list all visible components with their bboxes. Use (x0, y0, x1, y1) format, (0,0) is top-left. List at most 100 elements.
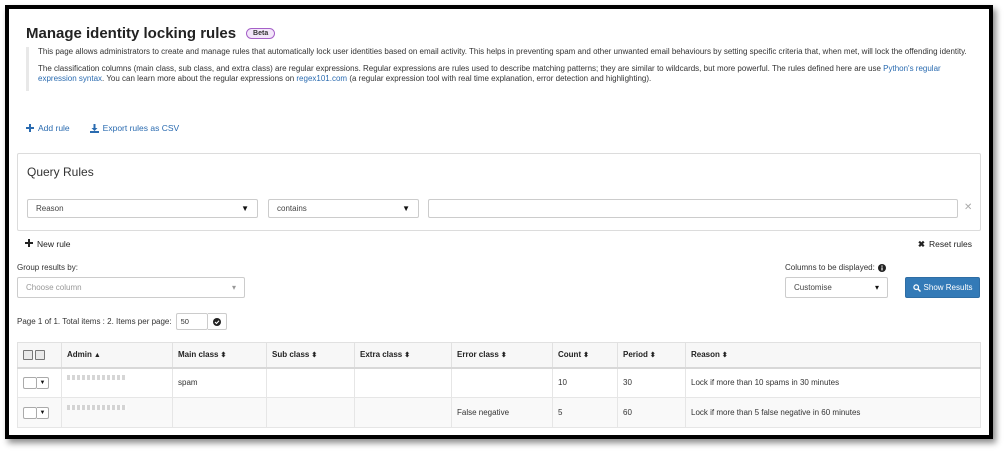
remove-rule-icon[interactable]: ✕ (964, 202, 972, 213)
reset-rules-button[interactable]: ✖ Reset rules (918, 239, 972, 250)
description-paragraph-2: The classification columns (main class, … (38, 64, 978, 85)
col-sub-class-label: Sub class (272, 350, 310, 360)
col-error-class-label: Error class (457, 350, 499, 360)
caret-down-icon: ▼ (402, 204, 410, 213)
table-row[interactable]: ▼ spam 10 30 Lock if more than 10 spams … (17, 367, 981, 398)
col-main-class-label: Main class (178, 350, 219, 360)
col-extra-class-label: Extra class (360, 350, 403, 360)
description-text: The classification columns (main class, … (38, 63, 884, 73)
admin-cell (61, 367, 173, 398)
plus-icon (26, 124, 34, 132)
group-by-placeholder: Choose column (26, 283, 82, 292)
description-text: . You can learn more about the regular e… (102, 74, 297, 83)
col-reason[interactable]: Reason ⬍ (685, 342, 981, 369)
caret-down-icon: ▾ (231, 283, 236, 292)
col-sub-class[interactable]: Sub class ⬍ (266, 342, 355, 369)
row-checkbox[interactable] (23, 406, 37, 419)
columns-label-row: Columns to be displayed: (785, 263, 886, 272)
header-icons (23, 349, 56, 360)
field-select[interactable]: Reason ▼ (27, 199, 258, 218)
check-circle-icon (212, 317, 221, 326)
add-rule-button[interactable]: Add rule (26, 123, 70, 133)
apply-per-page-button[interactable] (207, 313, 227, 330)
rule-value-input[interactable] (428, 199, 958, 218)
new-rule-label: New rule (37, 239, 71, 249)
select-column-header (17, 342, 62, 369)
sort-icon: ⬍ (220, 352, 227, 360)
caret-down-icon[interactable]: ▼ (37, 376, 49, 389)
group-by-select[interactable]: Choose column ▾ (17, 277, 245, 298)
items-per-page-input[interactable]: 50 (175, 313, 208, 330)
sort-icon: ⬍ (311, 352, 318, 360)
caret-down-icon[interactable]: ▼ (37, 406, 49, 419)
search-icon (912, 283, 921, 292)
caret-down-icon: ▾ (874, 283, 879, 292)
operator-select-value: contains (277, 204, 307, 213)
table-row[interactable]: ▼ False negative 5 60 Lock if more than … (17, 397, 981, 428)
col-admin[interactable]: Admin ▲ (61, 342, 173, 369)
select-all-icon[interactable] (35, 349, 45, 360)
sort-icon: ⬍ (721, 352, 728, 360)
pagination-text: Page 1 of 1. Total items : 2. Items per … (17, 317, 172, 326)
export-csv-label: Export rules as CSV (102, 123, 180, 133)
query-rules-panel: Query Rules Reason ▼ contains ▼ ✕ (17, 153, 981, 231)
sort-asc-icon: ▲ (93, 352, 101, 360)
action-bar: Add rule Export rules as CSV (26, 123, 179, 133)
period-cell: 60 (617, 397, 686, 428)
show-results-label: Show Results (923, 283, 973, 292)
col-period[interactable]: Period ⬍ (617, 342, 686, 369)
pagination-bar: Page 1 of 1. Total items : 2. Items per … (17, 313, 227, 330)
col-reason-label: Reason (691, 350, 720, 360)
col-main-class[interactable]: Main class ⬍ (172, 342, 267, 369)
page-description: This page allows administrators to creat… (26, 47, 978, 91)
sort-icon: ⬍ (649, 352, 656, 360)
export-csv-button[interactable]: Export rules as CSV (89, 123, 180, 133)
caret-down-icon: ▼ (241, 204, 249, 213)
sort-icon: ⬍ (500, 352, 507, 360)
columns-displayed-label: Columns to be displayed: (785, 263, 875, 272)
new-rule-button[interactable]: New rule (25, 239, 71, 249)
per-page-group: 50 (175, 313, 227, 330)
rules-table: Admin ▲ Main class ⬍ Sub class ⬍ Extra clas… (17, 342, 981, 428)
description-paragraph-1: This page allows administrators to creat… (38, 47, 967, 56)
reset-rules-label: Reset rules (929, 239, 972, 249)
sort-icon: ⬍ (404, 352, 411, 360)
error-class-cell (451, 367, 553, 398)
col-extra-class[interactable]: Extra class ⬍ (354, 342, 452, 369)
group-results-label: Group results by: (17, 263, 78, 272)
error-class-cell: False negative (451, 397, 553, 428)
columns-select[interactable]: Customise ▾ (785, 277, 888, 298)
row-select-cell: ▼ (17, 367, 62, 398)
columns-select-value: Customise (794, 283, 832, 292)
beta-badge: Beta (246, 28, 276, 39)
sub-class-cell (266, 367, 355, 398)
col-error-class[interactable]: Error class ⬍ (451, 342, 553, 369)
reason-cell: Lock if more than 5 false negative in 60… (685, 397, 981, 428)
info-icon[interactable] (877, 263, 886, 272)
page-title: Manage identity locking rules (26, 25, 237, 42)
show-results-button[interactable]: Show Results (905, 277, 980, 298)
sort-icon: ⬍ (583, 352, 589, 360)
plus-icon (25, 239, 33, 247)
operator-select[interactable]: contains ▼ (268, 199, 419, 218)
col-count[interactable]: Count ⬍ (552, 342, 618, 369)
row-controls: ▼ (23, 376, 56, 389)
period-cell: 30 (617, 367, 686, 398)
col-period-label: Period (623, 350, 648, 360)
admin-cell (61, 397, 173, 428)
row-controls: ▼ (23, 406, 56, 419)
extra-class-cell (354, 397, 452, 428)
table-header-row: Admin ▲ Main class ⬍ Sub class ⬍ Extra clas… (17, 342, 981, 369)
redacted-admin (67, 404, 127, 410)
row-checkbox[interactable] (23, 376, 37, 389)
regex101-link[interactable]: regex101.com (296, 74, 347, 83)
download-icon (89, 123, 99, 133)
main-class-cell: spam (172, 367, 267, 398)
add-rule-label: Add rule (38, 123, 70, 133)
sub-class-cell (266, 397, 355, 428)
col-count-label: Count (558, 350, 582, 360)
deselect-all-icon[interactable] (23, 349, 33, 360)
description-text: (a regular expression tool with real tim… (347, 74, 652, 83)
col-admin-label: Admin (67, 350, 92, 360)
main-window: Manage identity locking rules Beta This … (5, 5, 993, 439)
